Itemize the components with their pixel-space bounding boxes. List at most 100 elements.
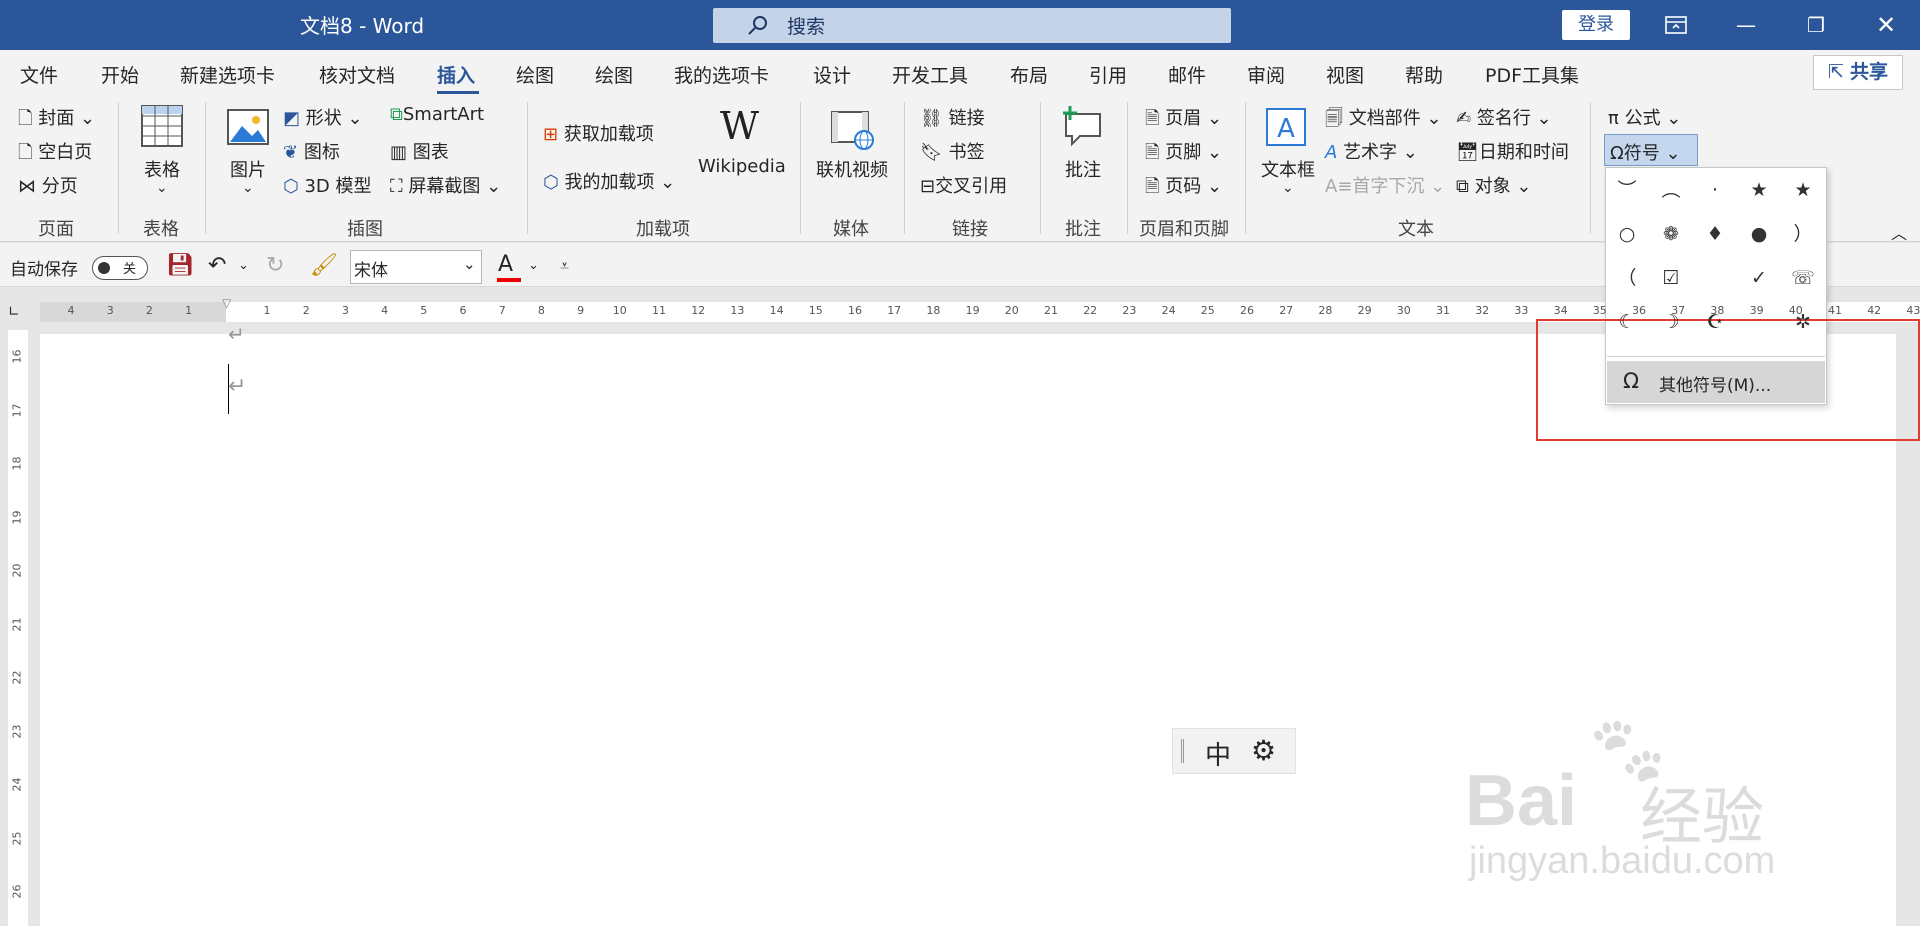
tab-new-tab[interactable]: 新建选项卡: [180, 61, 275, 88]
chart-button[interactable]: ▥ 图表: [390, 138, 449, 164]
symbol-cell[interactable]: （: [1605, 256, 1649, 300]
font-name-select[interactable]: 宋体 ⌄: [350, 250, 482, 284]
tab-help[interactable]: 帮助: [1405, 61, 1443, 88]
symbol-cell[interactable]: ✲: [1781, 300, 1825, 344]
online-video-icon[interactable]: [828, 108, 876, 152]
font-color-icon[interactable]: A: [498, 252, 513, 277]
chevron-down-icon[interactable]: ⌄: [238, 258, 249, 273]
tab-layout[interactable]: 布局: [1010, 61, 1048, 88]
customize-qat-icon[interactable]: ⩡: [560, 256, 569, 276]
first-line-indent-marker[interactable]: ▽: [222, 296, 231, 310]
share-button[interactable]: ⇱ 共享: [1813, 55, 1903, 90]
tab-mailings[interactable]: 邮件: [1168, 61, 1206, 88]
cross-reference-button[interactable]: ⊟交叉引用: [920, 172, 1007, 198]
pictures-icon[interactable]: [226, 108, 270, 148]
tab-design[interactable]: 设计: [813, 61, 851, 88]
pictures-label[interactable]: 图片: [230, 156, 266, 182]
textbox-icon[interactable]: A: [1264, 106, 1308, 148]
wikipedia-label[interactable]: Wikipedia: [698, 156, 786, 177]
table-icon[interactable]: [140, 104, 184, 148]
tab-my-tab[interactable]: 我的选项卡: [674, 61, 769, 88]
tab-draw-1[interactable]: 绘图: [516, 61, 554, 88]
symbol-cell[interactable]: ○: [1605, 212, 1649, 256]
my-addins-button[interactable]: ⬡ 我的加载项 ⌄: [543, 168, 675, 194]
signature-line-button[interactable]: ✍ 签名行 ⌄: [1456, 104, 1552, 130]
blank-page-button[interactable]: 🗋 空白页: [18, 138, 92, 170]
shapes-button[interactable]: ◩ 形状 ⌄: [283, 104, 363, 130]
symbol-button[interactable]: Ω符号 ⌄: [1604, 134, 1698, 166]
redo-icon[interactable]: ↻: [266, 253, 284, 278]
tab-view[interactable]: 视图: [1326, 61, 1364, 88]
login-button[interactable]: 登录: [1562, 10, 1630, 40]
tab-draw-2[interactable]: 绘图: [595, 61, 633, 88]
chevron-down-icon[interactable]: ⌄: [528, 258, 539, 273]
textbox-label[interactable]: 文本框: [1261, 156, 1315, 182]
close-icon[interactable]: ✕: [1866, 8, 1906, 42]
tab-file[interactable]: 文件: [20, 61, 58, 88]
tab-pdf-tools[interactable]: PDF工具集: [1485, 61, 1579, 88]
ime-drag-handle[interactable]: [1181, 739, 1184, 763]
autosave-toggle[interactable]: 关: [92, 256, 148, 280]
symbol-cell[interactable]: ︵: [1649, 168, 1693, 212]
symbol-cell[interactable]: ❁: [1649, 212, 1693, 256]
link-button[interactable]: ⛓ 链接: [920, 104, 985, 130]
symbol-cell[interactable]: ★: [1737, 168, 1781, 212]
object-button[interactable]: ⧉ 对象 ⌄: [1456, 172, 1531, 198]
tab-insert[interactable]: 插入: [437, 61, 475, 88]
symbol-cell[interactable]: ·: [1693, 168, 1737, 212]
format-painter-icon[interactable]: 🖌︎: [310, 253, 338, 278]
ime-mode[interactable]: 中: [1205, 735, 1231, 772]
ribbon-display-options-icon[interactable]: [1656, 8, 1696, 42]
screenshot-button[interactable]: ⛶ 屏幕截图 ⌄: [390, 172, 501, 198]
chevron-down-icon[interactable]: ⌄: [156, 180, 168, 196]
tab-references[interactable]: 引用: [1089, 61, 1127, 88]
minimize-icon[interactable]: —: [1726, 8, 1766, 42]
equation-button[interactable]: π 公式 ⌄: [1608, 104, 1681, 130]
chevron-down-icon[interactable]: ⌄: [242, 180, 254, 196]
tab-review[interactable]: 审阅: [1247, 61, 1285, 88]
tab-home[interactable]: 开始: [101, 61, 139, 88]
get-addins-button[interactable]: ⊞ 获取加载项: [543, 120, 654, 146]
quick-parts-button[interactable]: 🗐 文档部件 ⌄: [1325, 104, 1442, 136]
table-label[interactable]: 表格: [144, 156, 180, 182]
online-video-label[interactable]: 联机视频: [816, 156, 888, 182]
symbol-cell[interactable]: ✓: [1737, 256, 1781, 300]
symbol-cell[interactable]: ☏: [1781, 256, 1825, 300]
icons-button[interactable]: ❦ 图标: [283, 138, 340, 164]
comment-icon[interactable]: [1060, 104, 1106, 148]
symbol-cell[interactable]: ︶: [1605, 168, 1649, 212]
ruler-tick-label: 17: [887, 304, 902, 317]
date-time-button[interactable]: 📅︎日期和时间: [1456, 138, 1569, 164]
cover-page-button[interactable]: 🗋 封面 ⌄: [18, 104, 95, 136]
smartart-button[interactable]: ⧉SmartArt: [390, 104, 484, 125]
tab-developer[interactable]: 开发工具: [892, 61, 968, 88]
bookmark-button[interactable]: 🔖︎ 书签: [920, 138, 985, 164]
collapse-ribbon-icon[interactable]: ︿: [1891, 220, 1907, 244]
gear-icon[interactable]: ⚙: [1251, 734, 1276, 767]
symbol-cell[interactable]: ☑: [1649, 256, 1693, 300]
footer-button[interactable]: 🗎 页脚 ⌄: [1145, 138, 1222, 170]
symbol-cell[interactable]: ●: [1737, 212, 1781, 256]
3d-model-button[interactable]: ⬡ 3D 模型: [283, 172, 372, 198]
tab-selector-icon[interactable]: ∟: [8, 304, 20, 320]
page-number-button[interactable]: 🗎 页码 ⌄: [1145, 172, 1222, 204]
comment-label[interactable]: 批注: [1065, 156, 1101, 182]
group-separator: [118, 102, 119, 234]
restore-icon[interactable]: ❐: [1796, 8, 1836, 42]
symbol-cell[interactable]: ）: [1781, 212, 1825, 256]
save-icon[interactable]: 💾︎: [166, 253, 194, 278]
wikipedia-icon[interactable]: W: [720, 104, 759, 148]
symbol-cell[interactable]: ☽: [1649, 300, 1693, 344]
symbol-cell[interactable]: ☪: [1693, 300, 1737, 344]
symbol-cell[interactable]: ♦: [1693, 212, 1737, 256]
symbol-cell[interactable]: ☾: [1605, 300, 1649, 344]
header-button[interactable]: 🗎 页眉 ⌄: [1145, 104, 1222, 136]
symbol-cell[interactable]: [1693, 256, 1737, 300]
page-break-button[interactable]: ⋈ 分页: [18, 172, 78, 198]
tab-check-doc[interactable]: 核对文档: [319, 61, 395, 88]
chevron-down-icon[interactable]: ⌄: [1282, 180, 1294, 196]
symbol-cell[interactable]: [1737, 300, 1781, 344]
symbol-cell[interactable]: ★: [1781, 168, 1825, 212]
wordart-button[interactable]: A 艺术字 ⌄: [1325, 138, 1418, 164]
undo-icon[interactable]: ↶: [208, 253, 226, 278]
